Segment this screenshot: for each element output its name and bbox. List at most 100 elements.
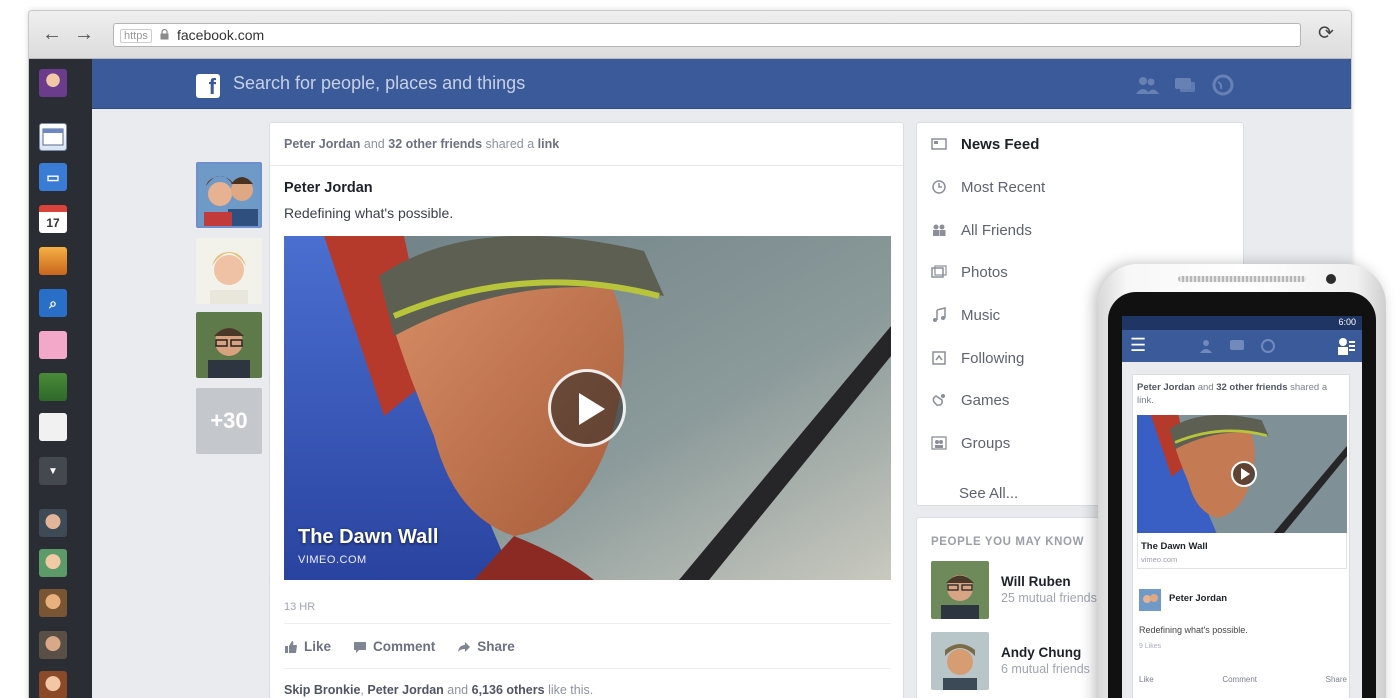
phone-play-button[interactable] xyxy=(1231,461,1257,487)
comment-label: Comment xyxy=(373,639,436,654)
nav-item-photos[interactable]: Photos xyxy=(931,261,1008,283)
browser-app-icon[interactable] xyxy=(39,123,67,151)
phone-speaker xyxy=(1178,276,1306,282)
contact-avatar[interactable] xyxy=(39,509,67,537)
groups-icon xyxy=(931,436,947,450)
expand-sidebar-button[interactable]: ▼ xyxy=(39,457,67,485)
messages-icon[interactable] xyxy=(1173,74,1197,96)
more-friends-button[interactable]: +30 xyxy=(196,388,262,454)
nav-item-following[interactable]: Following xyxy=(931,347,1024,369)
post-author-name[interactable]: Peter Jordan xyxy=(284,180,373,196)
shared-by-link[interactable]: Peter Jordan xyxy=(284,137,360,151)
liker-link[interactable]: Peter Jordan xyxy=(367,683,443,697)
reload-icon[interactable]: ⟳ xyxy=(1315,23,1337,45)
friend-photo-couple[interactable] xyxy=(196,162,262,228)
play-button[interactable] xyxy=(548,369,626,447)
pymk-avatar[interactable] xyxy=(931,632,989,690)
phone-link-title[interactable]: The Dawn Wall xyxy=(1141,541,1208,552)
nav-label: Games xyxy=(961,391,1010,409)
comment-button[interactable]: Comment xyxy=(353,639,435,654)
gift-app-icon[interactable] xyxy=(39,331,67,359)
profile-avatar[interactable] xyxy=(39,69,67,97)
likes-count-link[interactable]: 6,136 others xyxy=(472,683,545,697)
globe-notifications-icon[interactable] xyxy=(1211,74,1235,96)
shared-object-link[interactable]: link xyxy=(538,137,560,151)
search-app-icon[interactable]: ⌕ xyxy=(39,289,67,317)
screenshot-stage: ← → https facebook.com ⟳ ▭ 17 ⌕ ▼ f Sear… xyxy=(0,0,1400,698)
phone-video-preview[interactable] xyxy=(1137,415,1347,533)
like-label: Like xyxy=(304,639,332,654)
nav-item-most-recent[interactable]: Most Recent xyxy=(931,176,1045,198)
phone-like-button[interactable]: Like xyxy=(1139,675,1154,684)
phone-post-text: Redefining what's possible. xyxy=(1139,625,1248,635)
liker-link[interactable]: Skip Bronkie xyxy=(284,683,360,697)
video-title[interactable]: The Dawn Wall xyxy=(298,526,438,549)
friend-photo-woman[interactable] xyxy=(196,238,262,304)
search-input[interactable]: Search for people, places and things xyxy=(233,73,525,94)
calendar-icon: 17 xyxy=(46,215,60,230)
text-and: and xyxy=(363,137,385,151)
phone-camera xyxy=(1326,274,1336,284)
contact-avatar[interactable] xyxy=(39,589,67,617)
address-bar[interactable]: https facebook.com xyxy=(113,23,1301,47)
photos-icon xyxy=(931,265,947,278)
messages-app-icon[interactable]: ▭ xyxy=(39,163,67,191)
phone-status-bar: 6:00 xyxy=(1122,316,1362,330)
pymk-mutual-friends[interactable]: 6 mutual friends xyxy=(1001,662,1090,676)
forward-arrow-icon[interactable]: → xyxy=(73,23,95,45)
comment-icon xyxy=(354,641,367,653)
contact-avatar[interactable] xyxy=(39,671,67,698)
nav-item-news-feed[interactable]: News Feed xyxy=(931,133,1039,155)
text-and: and xyxy=(447,683,469,697)
news-feed-icon xyxy=(931,138,947,150)
pymk-mutual-friends[interactable]: 25 mutual friends xyxy=(1001,591,1097,605)
video-preview[interactable]: The Dawn Wall VIMEO.COM xyxy=(284,236,891,580)
phone-shared-by[interactable]: Peter Jordan xyxy=(1137,382,1195,393)
friend-photo-man[interactable] xyxy=(196,312,262,378)
phone-post-card: Peter Jordan and 32 other friends shared… xyxy=(1132,374,1350,698)
url-text: facebook.com xyxy=(177,27,265,43)
hamburger-menu-icon[interactable]: ☰ xyxy=(1130,336,1146,354)
contact-avatar[interactable] xyxy=(39,549,67,577)
pymk-avatar[interactable] xyxy=(931,561,989,619)
chat-icon: ▭ xyxy=(46,168,60,185)
phone-author-name[interactable]: Peter Jordan xyxy=(1169,593,1227,604)
nav-item-groups[interactable]: Groups xyxy=(931,432,1010,454)
calendar-app-icon[interactable]: 17 xyxy=(39,205,67,233)
phone-mockup: 6:00 ☰ Peter Jordan and 32 other friends… xyxy=(1098,264,1386,698)
nav-item-games[interactable]: Games xyxy=(931,389,1009,411)
phone-share-button[interactable]: Share xyxy=(1326,675,1347,684)
divider xyxy=(284,623,891,624)
notes-app-icon[interactable] xyxy=(39,413,67,441)
back-arrow-icon[interactable]: ← xyxy=(41,23,63,45)
share-button[interactable]: Share xyxy=(457,639,515,654)
post-share-context: Peter Jordan and 32 other friends shared… xyxy=(284,137,559,151)
shared-others-link[interactable]: 32 other friends xyxy=(388,137,482,151)
phone-author-avatar[interactable] xyxy=(1139,589,1161,611)
divider xyxy=(284,668,891,669)
play-icon xyxy=(579,393,605,425)
pymk-person-name[interactable]: Andy Chung xyxy=(1001,645,1081,660)
music-icon xyxy=(933,307,946,322)
like-button[interactable]: Like xyxy=(284,639,331,654)
phone-comment-button[interactable]: Comment xyxy=(1222,675,1257,684)
post-timestamp[interactable]: 13 HR xyxy=(284,601,315,613)
see-all-link[interactable]: See All... xyxy=(959,485,1018,502)
nav-item-all-friends[interactable]: All Friends xyxy=(931,219,1032,241)
phone-link-domain: vimeo.com xyxy=(1141,555,1178,564)
friend-requests-icon[interactable] xyxy=(1135,74,1159,96)
photos-app-icon[interactable] xyxy=(39,247,67,275)
phone-header-icons xyxy=(1200,339,1275,353)
nav-item-music[interactable]: Music xyxy=(931,304,1000,326)
games-app-icon[interactable] xyxy=(39,373,67,401)
phone-share-context: Peter Jordan and 32 other friends shared… xyxy=(1137,381,1337,407)
phone-shared-others[interactable]: 32 other friends xyxy=(1216,382,1287,393)
contact-avatar[interactable] xyxy=(39,631,67,659)
facebook-logo-icon[interactable]: f xyxy=(196,74,220,98)
pymk-person-name[interactable]: Will Ruben xyxy=(1001,574,1071,589)
video-domain: VIMEO.COM xyxy=(298,554,367,566)
thumbs-up-icon xyxy=(285,640,297,653)
phone-friend-requests-icon[interactable] xyxy=(1336,336,1356,356)
post-text: Redefining what's possible. xyxy=(284,205,454,221)
phone-likes-count[interactable]: 9 Likes xyxy=(1139,643,1161,650)
